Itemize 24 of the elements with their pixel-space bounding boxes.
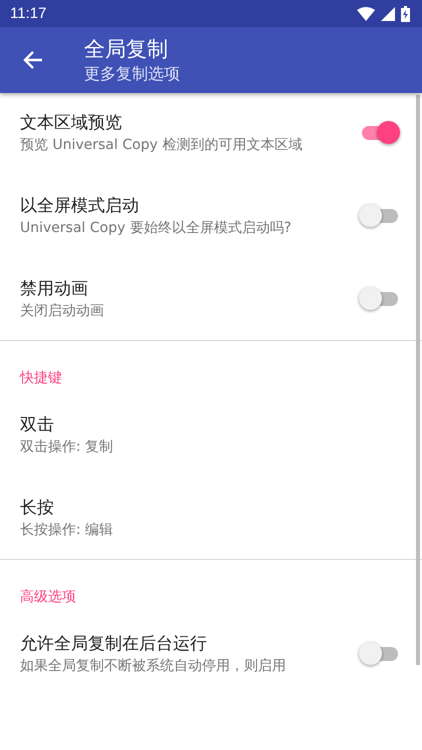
section-header: 高级选项 bbox=[19, 588, 77, 607]
setting-summary: 预览 Universal Copy 检测到的可用文本区域 bbox=[20, 136, 304, 154]
setting-title[interactable]: 双击 bbox=[20, 413, 325, 438]
setting-summary: Universal Copy 要始终以全屏模式启动吗? bbox=[20, 219, 292, 237]
toggle-switch[interactable] bbox=[359, 642, 400, 665]
setting-title[interactable]: 禁用动画 bbox=[20, 277, 325, 302]
setting-title[interactable]: 长按 bbox=[20, 496, 325, 521]
setting-summary: 如果全局复制不断被系统自动停用，则启用 bbox=[20, 657, 287, 675]
toggle-switch[interactable] bbox=[359, 204, 400, 227]
setting-title[interactable]: 允许全局复制在后台运行 bbox=[20, 632, 325, 657]
battery-icon bbox=[401, 6, 410, 22]
app-bar-title: 全局复制 bbox=[84, 36, 169, 63]
setting-title[interactable]: 文本区域预览 bbox=[20, 111, 325, 136]
back-arrow-icon bbox=[23, 50, 43, 70]
app-bar-subtitle: 更多复制选项 bbox=[84, 63, 180, 85]
section-header: 快捷键 bbox=[18, 369, 63, 388]
setting-summary: 关闭启动动画 bbox=[20, 302, 105, 320]
setting-summary: 双击操作: 复制 bbox=[20, 438, 114, 456]
toggle-switch[interactable] bbox=[359, 287, 400, 310]
setting-title[interactable]: 以全屏模式启动 bbox=[20, 194, 325, 219]
status-time: 11:17 bbox=[10, 5, 46, 22]
signal-icon bbox=[381, 6, 395, 20]
setting-summary: 长按操作: 编辑 bbox=[20, 521, 114, 539]
wifi-icon bbox=[357, 6, 375, 20]
